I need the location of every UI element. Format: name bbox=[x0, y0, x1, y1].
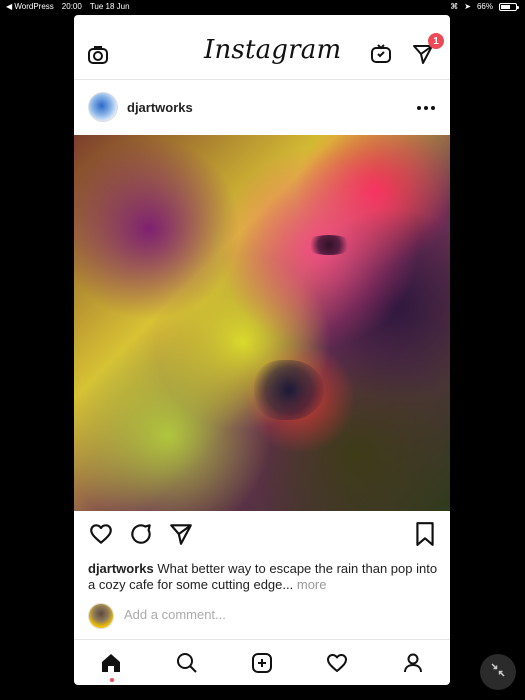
activity-heart-icon bbox=[325, 651, 349, 680]
status-left: ◀ WordPress 20:00 Tue 18 Jun bbox=[6, 2, 130, 11]
post-image[interactable] bbox=[74, 135, 450, 511]
back-app-label: WordPress bbox=[14, 2, 54, 11]
nav-add-post[interactable] bbox=[247, 650, 277, 680]
ios-status-bar: ◀ WordPress 20:00 Tue 18 Jun ⌘ ➤ 66% bbox=[0, 0, 525, 14]
status-right: ⌘ ➤ 66% bbox=[450, 2, 519, 11]
artwork-detail-shadow bbox=[254, 360, 324, 420]
comment-button[interactable] bbox=[128, 523, 154, 549]
bottom-navigation bbox=[74, 639, 450, 685]
status-time: 20:00 bbox=[61, 2, 82, 11]
add-comment-input[interactable]: Add a comment... bbox=[124, 607, 226, 622]
save-button[interactable] bbox=[412, 521, 438, 552]
comment-icon bbox=[128, 521, 154, 552]
post-actions bbox=[74, 511, 450, 561]
nav-home[interactable] bbox=[96, 650, 126, 680]
nav-profile[interactable] bbox=[398, 650, 428, 680]
app-logo: Instagram bbox=[204, 35, 342, 65]
screen-mirroring-icon: ⌘ bbox=[450, 2, 459, 11]
home-icon bbox=[99, 651, 123, 680]
like-button[interactable] bbox=[88, 523, 114, 549]
post-options-button[interactable] bbox=[416, 98, 436, 116]
collapse-window-button[interactable] bbox=[480, 654, 516, 690]
igtv-icon bbox=[369, 42, 393, 71]
battery-icon bbox=[499, 2, 519, 11]
caption-more-link[interactable]: more bbox=[297, 577, 327, 592]
post-caption: djartworks What better way to escape the… bbox=[88, 561, 438, 593]
instagram-app: Instagram 1 djartworks djartworks What b… bbox=[74, 15, 450, 685]
home-active-indicator bbox=[110, 678, 114, 682]
share-button[interactable] bbox=[168, 523, 194, 549]
profile-icon bbox=[401, 651, 425, 680]
back-to-app-link[interactable]: ◀ WordPress bbox=[6, 2, 54, 11]
more-icon bbox=[416, 98, 436, 115]
author-avatar[interactable] bbox=[88, 92, 118, 122]
battery-percent: 66% bbox=[476, 2, 493, 11]
artwork-detail-eye bbox=[304, 235, 354, 255]
search-icon bbox=[175, 651, 199, 680]
post-username[interactable]: djartworks bbox=[127, 100, 193, 115]
share-icon bbox=[168, 521, 194, 552]
nav-activity[interactable] bbox=[322, 650, 352, 680]
battery-fill bbox=[501, 4, 510, 9]
collapse-icon bbox=[489, 661, 507, 684]
location-icon: ➤ bbox=[464, 2, 471, 11]
status-date: Tue 18 Jun bbox=[89, 2, 130, 11]
heart-icon bbox=[88, 521, 114, 552]
nav-search[interactable] bbox=[172, 650, 202, 680]
camera-button[interactable] bbox=[84, 43, 112, 71]
caption-username[interactable]: djartworks bbox=[88, 561, 154, 576]
igtv-button[interactable] bbox=[368, 43, 394, 69]
bookmark-icon bbox=[414, 521, 436, 552]
add-post-icon bbox=[250, 651, 274, 680]
camera-icon bbox=[86, 43, 110, 72]
add-comment-row[interactable]: Add a comment... bbox=[88, 603, 438, 631]
post-header: djartworks bbox=[74, 80, 450, 135]
top-bar: Instagram 1 bbox=[74, 15, 450, 80]
notifications-badge: 1 bbox=[428, 33, 444, 49]
current-user-avatar bbox=[88, 603, 114, 629]
direct-messages-button[interactable]: 1 bbox=[410, 33, 444, 69]
